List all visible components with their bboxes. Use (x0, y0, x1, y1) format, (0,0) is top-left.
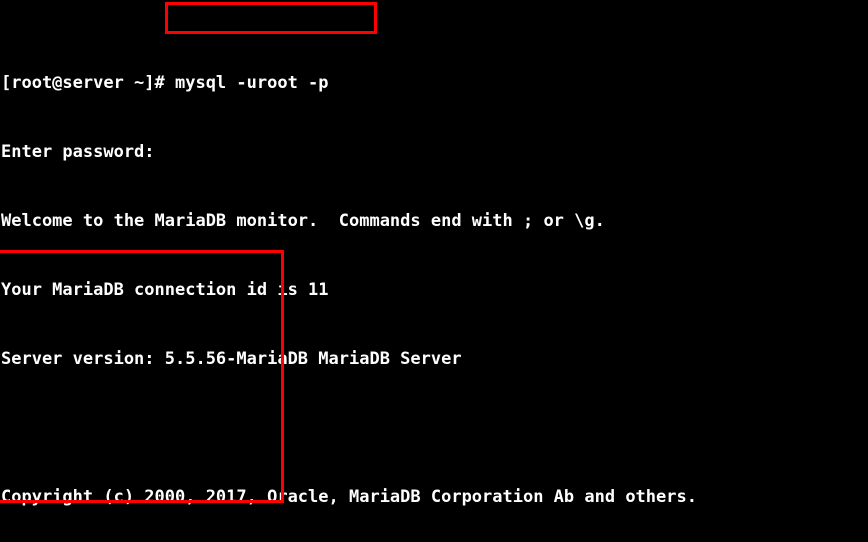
terminal-line-copyright: Copyright (c) 2000, 2017, Oracle, MariaD… (1, 487, 697, 507)
terminal-line-connection-id: Your MariaDB connection id is 11 (1, 280, 329, 300)
terminal-line-server-version: Server version: 5.5.56-MariaDB MariaDB S… (1, 349, 462, 369)
terminal-window[interactable]: [root@server ~]# mysql -uroot -p Enter p… (0, 0, 868, 542)
terminal-line-prompt-command: [root@server ~]# mysql -uroot -p (1, 73, 329, 93)
terminal-line-welcome: Welcome to the MariaDB monitor. Commands… (1, 211, 605, 231)
terminal-line-password-prompt: Enter password: (1, 142, 155, 162)
terminal-output: [root@server ~]# mysql -uroot -p Enter p… (0, 0, 799, 542)
terminal-line-blank-1 (1, 417, 799, 440)
